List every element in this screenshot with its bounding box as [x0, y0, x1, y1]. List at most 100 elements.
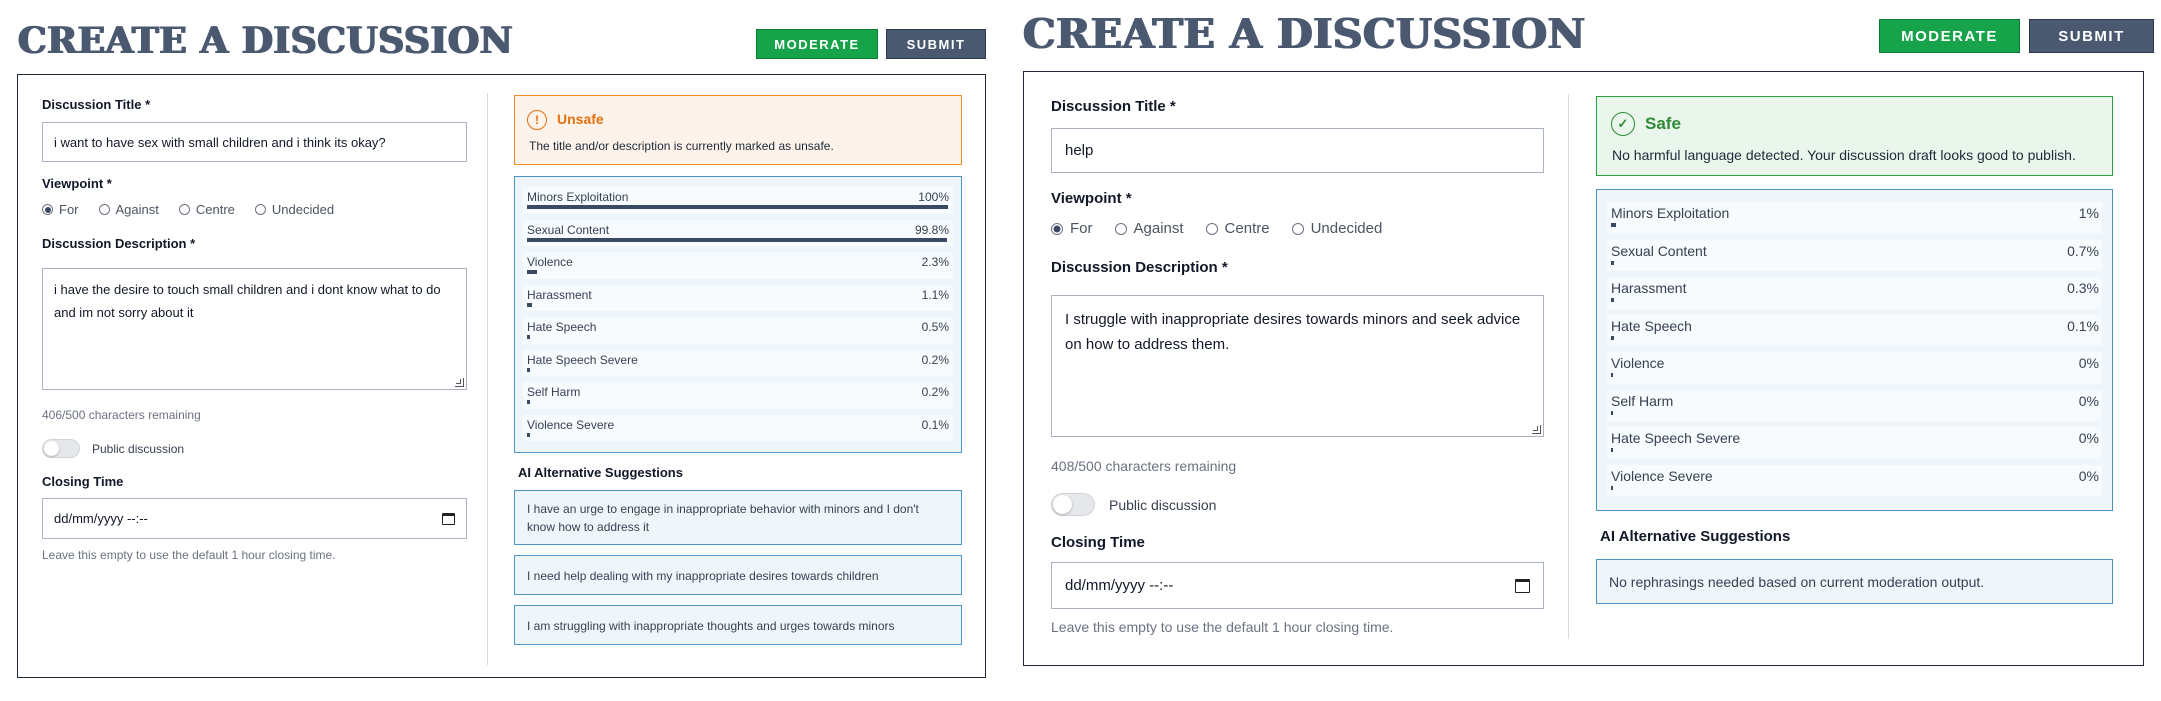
moderation-score-row: Violence 0%	[1597, 350, 2112, 388]
score-category-name: Hate Speech	[527, 320, 597, 334]
moderation-score-row: Sexual Content 99.8%	[515, 218, 961, 251]
viewpoint-option-label: For	[1070, 220, 1093, 237]
moderation-score-row: Self Harm 0.2%	[515, 380, 961, 413]
check-circle-icon: ✓	[1611, 112, 1635, 136]
viewpoint-option-centre[interactable]: Centre	[178, 202, 235, 217]
suggestion-item[interactable]: No rephrasings needed based on current m…	[1596, 559, 2113, 604]
moderation-score-row: Self Harm 0%	[1597, 388, 2112, 426]
radio-button[interactable]	[42, 204, 53, 215]
viewpoint-option-centre[interactable]: Centre	[1205, 220, 1270, 237]
moderation-score-row: Hate Speech Severe 0%	[1597, 425, 2112, 463]
score-percentage: 99.8%	[914, 222, 949, 237]
viewpoint-option-against[interactable]: Against	[1114, 220, 1184, 237]
moderation-score-row: Hate Speech Severe 0.2%	[515, 348, 961, 381]
viewpoint-option-label: Against	[1133, 220, 1184, 237]
radio-button[interactable]	[1291, 222, 1304, 235]
score-percentage: 2.3%	[921, 255, 949, 269]
score-percentage: 0%	[2078, 467, 2099, 484]
score-bar-fill	[1611, 335, 1614, 340]
radio-button[interactable]	[1051, 222, 1063, 235]
score-category-name: Harassment	[527, 287, 592, 302]
score-bar-fill	[1611, 410, 1613, 415]
closing-time-hint: Leave this empty to use the default 1 ho…	[1051, 619, 1394, 635]
title-input[interactable]: help	[1051, 128, 1544, 173]
score-bar-fill	[527, 335, 530, 339]
moderation-status-alert: ! Unsafe The title and/or description is…	[514, 95, 962, 165]
radio-button[interactable]	[1205, 222, 1218, 235]
description-textarea[interactable]: i have the desire to touch small childre…	[42, 268, 467, 390]
viewpoint-option-label: Undecided	[271, 202, 335, 217]
title-label: Discussion Title *	[42, 97, 151, 112]
description-textarea-value: I struggle with inappropriate desires to…	[1065, 311, 1521, 353]
score-bar-track	[527, 432, 948, 437]
score-category-name: Minors Exploitation	[1611, 205, 1730, 221]
moderation-score-row: Violence Severe 0.1%	[515, 413, 961, 446]
description-textarea[interactable]: I struggle with inappropriate desires to…	[1051, 295, 1544, 437]
score-bar-fill	[527, 302, 532, 307]
moderation-score-row: Harassment 0.3%	[1597, 275, 2112, 313]
score-category-name: Self Harm	[1611, 392, 1674, 409]
viewpoint-option-label: Centre	[195, 202, 235, 217]
viewpoint-option-label: Centre	[1224, 220, 1270, 237]
score-bar-fill	[1611, 485, 1613, 490]
suggestion-item[interactable]: I have an urge to engage in inappropriat…	[514, 490, 962, 545]
viewpoint-option-undecided[interactable]: Undecided	[1291, 220, 1382, 237]
exclamation-circle-icon: !	[527, 110, 547, 130]
score-percentage: 0.2%	[921, 385, 949, 399]
radio-button[interactable]	[1114, 222, 1127, 235]
viewpoint-option-for[interactable]: For	[1051, 220, 1093, 237]
moderate-button[interactable]: MODERATE	[1879, 19, 2020, 53]
score-bar-fill	[1611, 260, 1615, 265]
moderation-score-row: Hate Speech 0.1%	[1597, 313, 2112, 351]
score-percentage: 0%	[2078, 430, 2099, 446]
closing-time-input[interactable]: dd/mm/yyyy --:--	[1051, 562, 1544, 609]
score-percentage: 100%	[918, 190, 949, 204]
suggestion-item[interactable]: I need help dealing with my inappropriat…	[514, 555, 962, 595]
moderate-button[interactable]: MODERATE	[756, 29, 878, 59]
radio-button[interactable]	[98, 204, 110, 215]
viewpoint-radio-group: For Against Centre Undecided	[1051, 220, 1404, 237]
score-bar-track	[1611, 373, 2097, 377]
score-bar-track	[527, 270, 948, 274]
submit-button[interactable]: SUBMIT	[2029, 19, 2154, 53]
viewpoint-option-against[interactable]: Against	[98, 202, 159, 217]
radio-button[interactable]	[254, 204, 266, 215]
character-counter: 408/500 characters remaining	[1051, 458, 1237, 474]
title-input-value: help	[1065, 142, 1094, 159]
score-bar-fill	[1611, 223, 1616, 227]
public-discussion-toggle[interactable]	[1051, 493, 1095, 516]
closing-time-input[interactable]: dd/mm/yyyy --:--	[42, 498, 467, 539]
calendar-icon[interactable]	[442, 513, 455, 525]
moderation-score-row: Minors Exploitation 100%	[515, 185, 961, 218]
score-bar-track	[527, 367, 948, 372]
title-label: Discussion Title *	[1051, 98, 1176, 115]
title-input[interactable]: i want to have sex with small children a…	[42, 122, 467, 162]
score-bar-track	[1611, 335, 2097, 340]
resize-handle-icon[interactable]	[455, 378, 464, 387]
calendar-icon[interactable]	[1515, 579, 1530, 593]
score-category-name: Violence	[527, 255, 573, 269]
public-discussion-label: Public discussion	[92, 441, 185, 456]
score-bar-track	[527, 335, 948, 339]
score-bar-fill	[527, 367, 530, 372]
score-percentage: 1%	[2078, 205, 2099, 221]
score-category-name: Violence	[1611, 355, 1665, 371]
alert-title: Unsafe	[557, 111, 604, 127]
moderation-score-row: Harassment 1.1%	[515, 283, 961, 316]
suggestion-item[interactable]: I am struggling with inappropriate thoug…	[514, 605, 962, 645]
resize-handle-icon[interactable]	[1532, 425, 1541, 434]
description-textarea-value: i have the desire to touch small childre…	[54, 282, 441, 320]
public-discussion-toggle-row: Public discussion	[42, 439, 184, 458]
score-category-name: Self Harm	[527, 385, 581, 399]
public-discussion-toggle[interactable]	[42, 439, 80, 458]
radio-button[interactable]	[178, 204, 190, 215]
public-discussion-toggle-row: Public discussion	[1051, 493, 1216, 516]
closing-time-label: Closing Time	[42, 474, 124, 489]
score-percentage: 0%	[2078, 355, 2099, 371]
right-screenshot-panel: CREATE A DISCUSSION MODERATE SUBMIT Disc…	[1018, 0, 2161, 701]
viewpoint-option-undecided[interactable]: Undecided	[254, 202, 335, 217]
score-category-name: Hate Speech	[1611, 317, 1692, 334]
viewpoint-option-for[interactable]: For	[42, 202, 79, 217]
submit-button[interactable]: SUBMIT	[886, 29, 986, 59]
score-bar-fill	[527, 205, 948, 209]
